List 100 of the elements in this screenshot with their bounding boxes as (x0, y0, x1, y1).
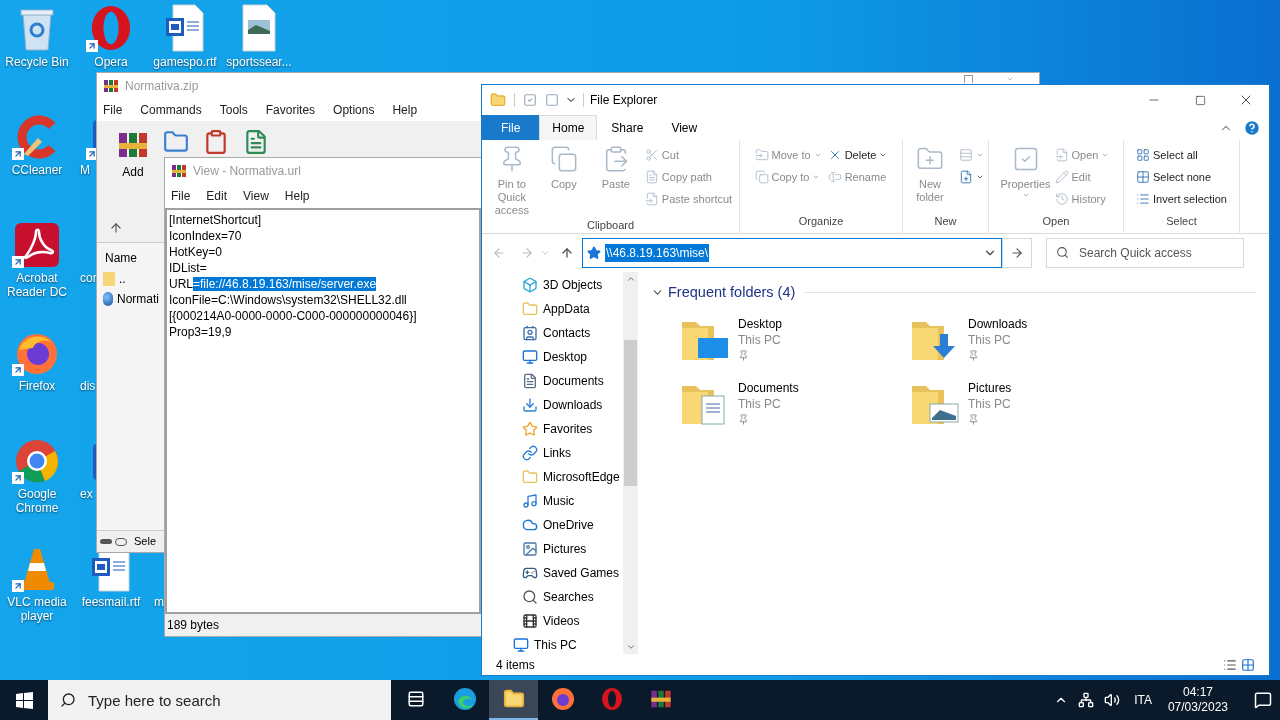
image-icon (522, 541, 538, 557)
text-line: IDList= (169, 260, 208, 276)
group-label: Organize (797, 214, 845, 229)
volume-icon[interactable] (1104, 692, 1121, 708)
search-field[interactable]: Search Quick access (1046, 238, 1244, 268)
menu-item[interactable]: Help (392, 101, 418, 119)
cube-icon (522, 277, 538, 293)
nav-item[interactable]: AppData (482, 297, 623, 321)
menu-item[interactable]: File (171, 187, 191, 205)
menu-item[interactable]: Help (284, 187, 310, 205)
taskbar-app[interactable] (489, 680, 538, 720)
globe-icon (103, 292, 113, 306)
copy-icon (754, 170, 769, 184)
file-row[interactable]: .. (97, 269, 165, 289)
nav-item[interactable]: Pictures (482, 537, 623, 561)
nav-item[interactable]: Documents (482, 369, 623, 393)
gamepad-icon (522, 565, 538, 581)
star-icon (587, 246, 601, 260)
nav-item[interactable]: 3D Objects (482, 273, 623, 297)
column-header[interactable]: Name (97, 249, 165, 269)
book-icon[interactable] (243, 129, 269, 155)
ribbon-button[interactable]: Select none (1134, 166, 1229, 188)
large-icons-view-icon[interactable] (1241, 657, 1255, 672)
nav-item[interactable]: Desktop (482, 345, 623, 369)
folder-icon[interactable] (163, 129, 189, 155)
ribbon-button[interactable]: Delete (825, 144, 890, 166)
scrollbar[interactable] (623, 272, 638, 654)
folder-name[interactable]: Documents (738, 379, 799, 396)
status-text: 4 items (496, 656, 535, 674)
menu-item[interactable]: View (243, 187, 269, 205)
select-none-icon (1136, 170, 1150, 184)
menu-item[interactable]: Options (333, 101, 375, 119)
folder-icon (502, 688, 525, 710)
text-line: [InternetShortcut] (169, 212, 263, 228)
menu-item[interactable]: Commands (140, 101, 202, 119)
menu-item[interactable]: File (103, 101, 123, 119)
text-line: HotKey=0 (169, 244, 224, 260)
opera-icon (600, 687, 623, 711)
nav-item[interactable]: Videos (482, 609, 623, 633)
network-icon[interactable] (1078, 692, 1095, 708)
image-file-icon (239, 4, 279, 52)
nav-item[interactable]: MicrosoftEdge (482, 465, 623, 489)
back-icon[interactable] (492, 246, 506, 260)
up-icon[interactable] (560, 246, 574, 260)
new-folder-icon[interactable] (545, 93, 559, 107)
clipboard-icon[interactable] (203, 129, 229, 155)
scroll-up-icon[interactable] (625, 274, 636, 284)
firefox-icon (550, 687, 575, 711)
go-button[interactable] (1002, 238, 1032, 268)
monitor-icon (522, 349, 538, 365)
properties-icon[interactable] (523, 93, 537, 107)
scissors-icon (644, 148, 659, 162)
windows-logo-icon (15, 691, 33, 709)
file-row[interactable]: Normati (97, 289, 165, 309)
group-label: Select (1165, 214, 1198, 229)
nav-item[interactable]: Favorites (482, 417, 623, 441)
help-icon[interactable] (1243, 118, 1261, 137)
folder-icon (103, 272, 115, 286)
menu-item[interactable]: Favorites (265, 101, 316, 119)
archive-books-icon (171, 163, 187, 179)
copy-icon (549, 144, 578, 174)
menu-item[interactable]: Tools (219, 101, 248, 119)
opera-icon (89, 4, 133, 52)
language-indicator[interactable]: ITA (1134, 691, 1152, 709)
nav-item[interactable]: Downloads (482, 393, 623, 417)
nav-item[interactable]: Searches (482, 585, 623, 609)
nav-item[interactable]: OneDrive (482, 513, 623, 537)
clock[interactable]: 04:17 07/03/2023 (1161, 685, 1234, 715)
nav-item[interactable]: This PC (482, 633, 623, 654)
ribbon-button[interactable]: Invert selection (1134, 188, 1229, 210)
text-line: IconIndex=70 (169, 228, 243, 244)
details-view-icon[interactable] (1223, 657, 1237, 672)
notifications-icon[interactable] (1254, 691, 1272, 709)
ribbon-tab[interactable]: Home (539, 115, 598, 140)
nav-item[interactable]: Saved Games (482, 561, 623, 585)
up-arrow-icon[interactable] (109, 220, 123, 235)
nav-item[interactable]: Links (482, 441, 623, 465)
chrome-icon (14, 438, 60, 484)
nav-item[interactable]: Music (482, 489, 623, 513)
folder-location: This PC (738, 395, 782, 412)
folder-name[interactable]: Desktop (738, 315, 783, 332)
folder-icon (490, 92, 506, 108)
scroll-down-icon[interactable] (625, 642, 636, 652)
ribbon-tab[interactable]: Share (597, 115, 658, 140)
nav-item[interactable]: Contacts (482, 321, 623, 345)
folder-icon (522, 469, 538, 485)
shortcut-icon (644, 192, 659, 206)
add-button[interactable]: Add (117, 129, 149, 181)
ribbon-tab[interactable]: File (482, 115, 540, 140)
taskbar-search[interactable]: Type here to search (48, 680, 391, 720)
ribbon-tab[interactable]: View (657, 115, 712, 140)
search-icon (522, 589, 538, 605)
address-bar[interactable]: \\46.8.19.163\mise\ (582, 238, 1002, 268)
folder-name[interactable]: Downloads (968, 315, 1028, 332)
folder-name[interactable]: Pictures (968, 379, 1012, 396)
ribbon-button[interactable]: Select all (1134, 144, 1229, 166)
menu-item[interactable]: Edit (206, 187, 228, 205)
download-icon (522, 397, 538, 413)
forward-icon[interactable] (520, 246, 534, 260)
maximize-icon[interactable] (964, 75, 973, 83)
